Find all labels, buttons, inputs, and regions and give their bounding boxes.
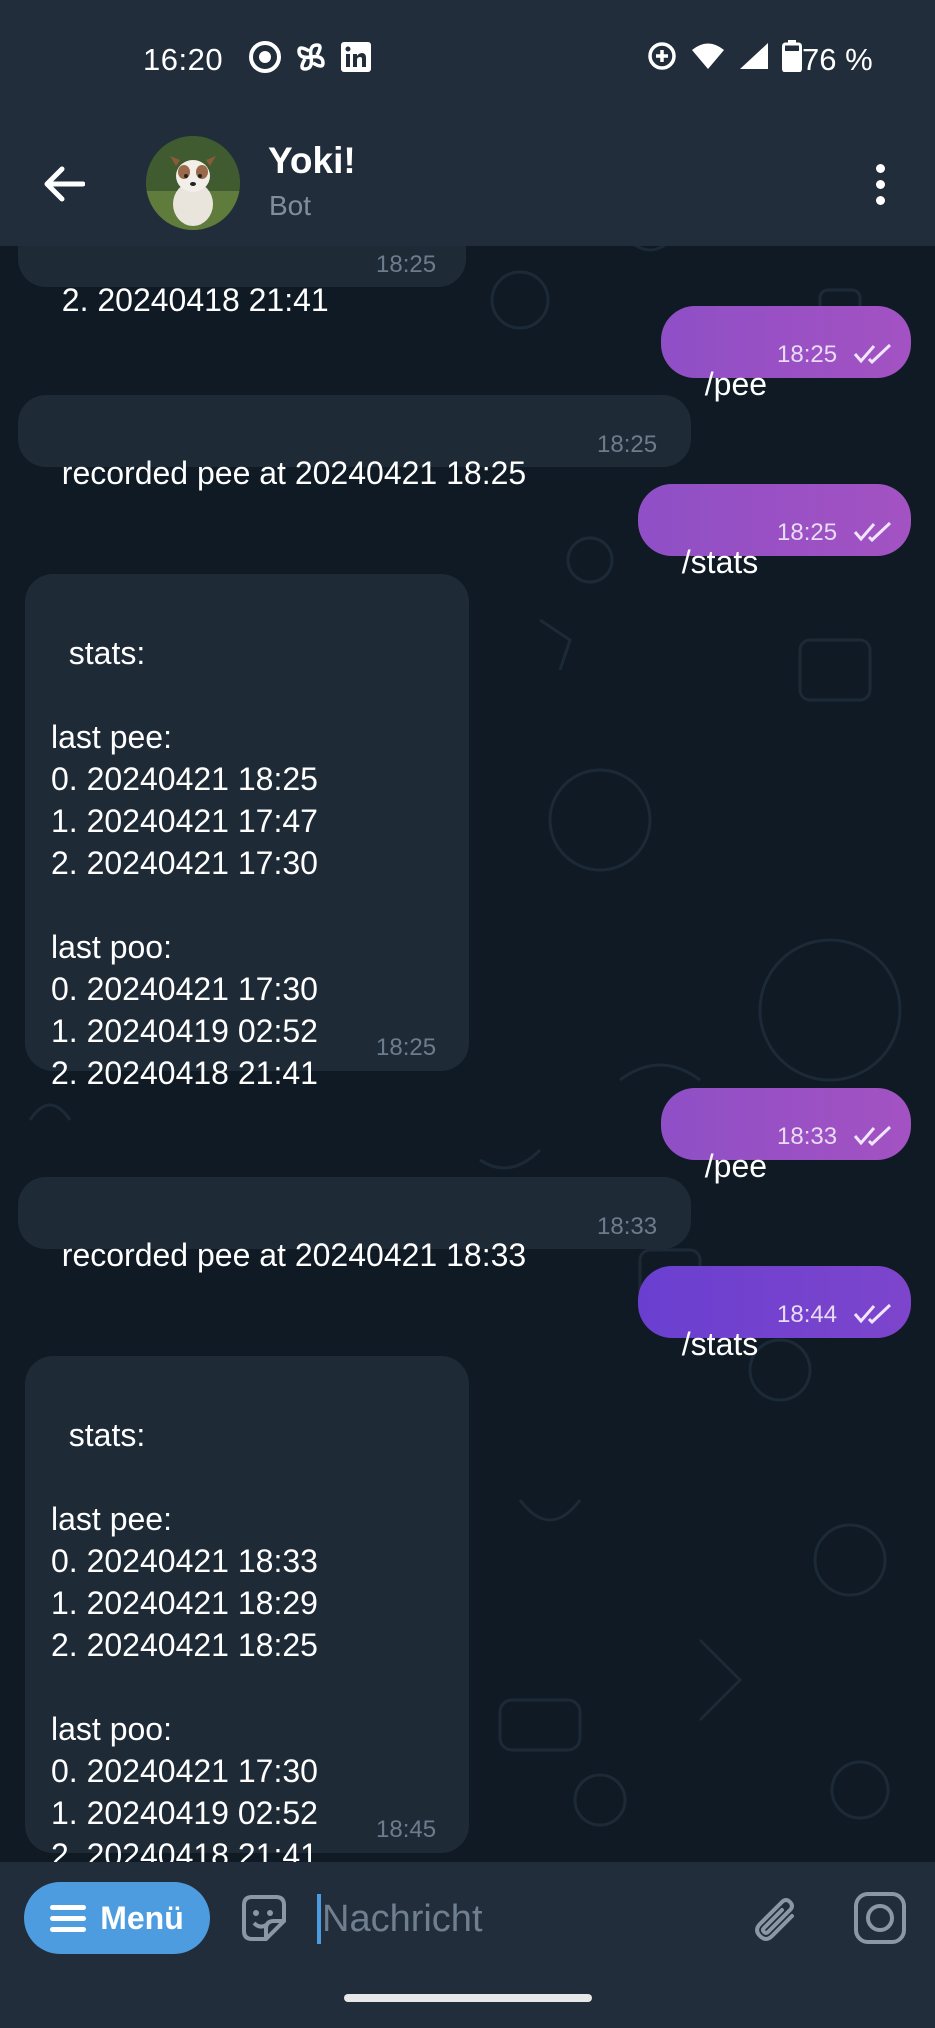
circle-target-icon xyxy=(249,41,281,73)
camera-icon[interactable] xyxy=(852,1890,908,1946)
message-time: 18:33 xyxy=(777,1123,838,1150)
cellular-signal-icon xyxy=(740,43,768,69)
double-check-icon xyxy=(853,1126,892,1146)
message-incoming-stats[interactable]: stats: last pee: 0. 20240421 18:25 1. 20… xyxy=(25,574,469,1091)
battery-icon xyxy=(782,40,802,72)
chat-subtitle: Bot xyxy=(269,190,312,221)
double-check-icon xyxy=(853,522,892,542)
message-input-bar: Menü xyxy=(0,1862,935,1974)
message-text: /stats xyxy=(681,544,759,580)
message-time: 18:25 xyxy=(777,341,838,368)
message-incoming-stats[interactable]: stats: last pee: 0. 20240421 18:33 1. 20… xyxy=(25,1356,469,1873)
battery-percentage: 76 % xyxy=(802,42,873,77)
chat-title[interactable]: Yoki! xyxy=(268,140,356,182)
message-text: stats: last pee: 0. 20240421 18:25 1. 20… xyxy=(51,635,318,1091)
message-outgoing[interactable]: /stats xyxy=(638,1266,911,1362)
more-vert-icon xyxy=(875,163,885,173)
avatar[interactable] xyxy=(146,136,240,230)
message-input[interactable] xyxy=(320,1890,704,1948)
chat-header-overlay: Yoki! Bot xyxy=(0,120,935,246)
attach-icon[interactable] xyxy=(746,1890,802,1946)
linkedin-icon xyxy=(341,42,371,72)
message-time: 18:44 xyxy=(777,1301,838,1328)
bot-menu-button[interactable]: Menü xyxy=(24,1882,210,1954)
message-text: recorded pee at 20240421 18:33 xyxy=(61,1237,527,1273)
sticker-icon[interactable] xyxy=(236,1891,292,1947)
message-text: 2. 20240418 21:41 xyxy=(61,282,329,318)
notification-icons xyxy=(248,40,372,74)
more-options-button[interactable] xyxy=(860,156,900,212)
menu-label: Menü xyxy=(100,1899,184,1936)
message-text: stats: last pee: 0. 20240421 18:33 1. 20… xyxy=(51,1417,318,1873)
message-time: 18:25 xyxy=(597,431,658,458)
double-check-icon xyxy=(853,1304,892,1324)
message-text: /pee xyxy=(704,1148,768,1184)
home-gesture-handle[interactable] xyxy=(344,1994,592,2002)
message-time: 18:25 xyxy=(376,251,437,278)
message-text: /stats xyxy=(681,1326,759,1362)
message-text: recorded pee at 20240421 18:25 xyxy=(61,455,527,491)
message-incoming[interactable]: recorded pee at 20240421 18:25 xyxy=(18,395,691,491)
back-button[interactable] xyxy=(36,156,92,212)
data-saver-icon xyxy=(648,42,676,70)
back-arrow-icon xyxy=(44,166,85,202)
wifi-icon xyxy=(692,43,724,69)
menu-icon xyxy=(50,1904,87,1932)
fan-icon xyxy=(297,43,325,71)
message-time: 18:25 xyxy=(777,519,838,546)
message-incoming[interactable]: recorded pee at 20240421 18:33 xyxy=(18,1177,691,1273)
status-time: 16:20 xyxy=(143,42,224,77)
message-text: /pee xyxy=(704,366,768,402)
message-time: 18:45 xyxy=(376,1816,437,1843)
system-navigation-bar xyxy=(0,1974,935,2028)
message-time: 18:33 xyxy=(597,1213,658,1240)
message-time: 18:25 xyxy=(376,1034,437,1061)
system-icons xyxy=(646,40,802,72)
dog-avatar-image xyxy=(146,136,240,230)
message-outgoing[interactable]: /stats xyxy=(638,484,911,580)
status-bar: 16:20 76 % xyxy=(0,0,935,120)
double-check-icon xyxy=(853,344,892,364)
